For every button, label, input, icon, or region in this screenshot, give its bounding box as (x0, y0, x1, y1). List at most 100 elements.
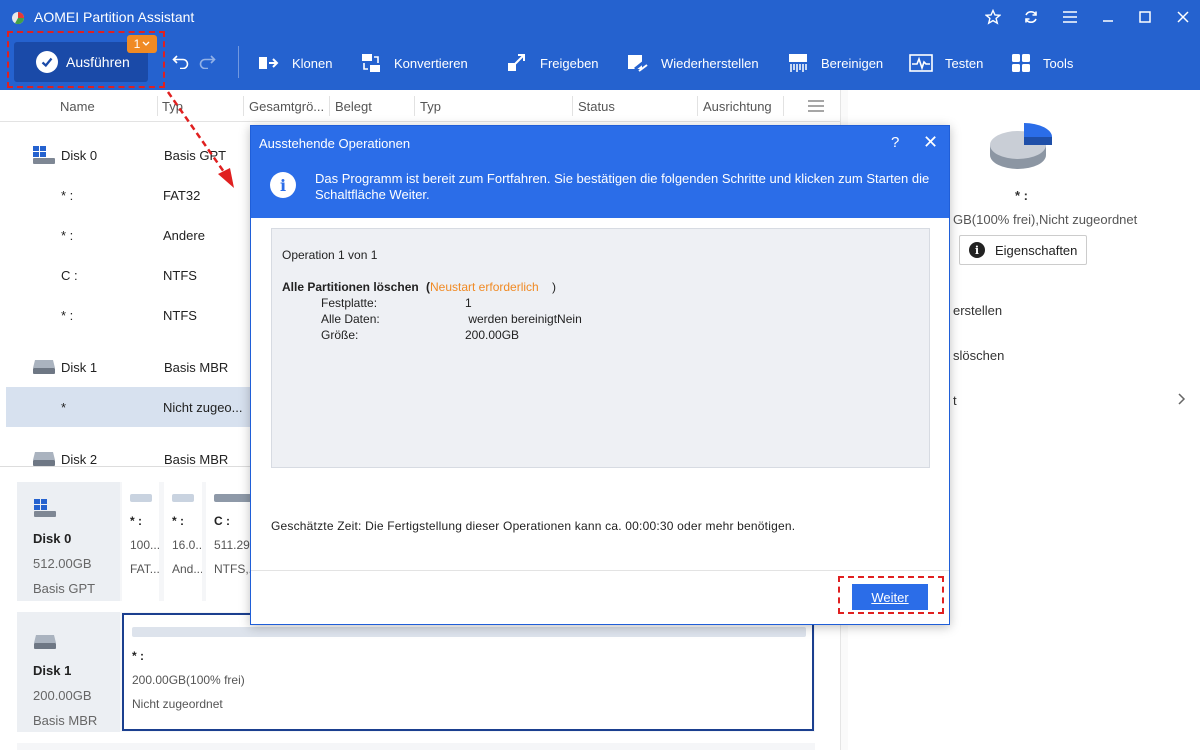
detail-value: werden bereinigtNein (465, 312, 582, 326)
tool-clone[interactable]: Klonen (258, 50, 332, 76)
disk-map-type: Basis GPT (33, 581, 96, 596)
help-icon[interactable]: ? (891, 134, 899, 151)
minimize-icon[interactable] (1096, 6, 1120, 28)
free-up-icon (508, 54, 525, 71)
usage-bar (130, 494, 152, 502)
operation-note-close: ) (552, 280, 556, 294)
disk-map-info[interactable]: Disk 1 200.00GB Basis MBR (17, 612, 120, 732)
column-fs-type[interactable]: Typ (420, 99, 441, 114)
close-icon[interactable] (1171, 6, 1195, 28)
disk-map-disk2 (17, 743, 815, 750)
segment-label: * : (130, 514, 142, 528)
column-settings-icon[interactable] (808, 100, 824, 112)
column-status[interactable]: Status (578, 99, 615, 114)
wipe-icon (789, 54, 807, 72)
segment-size: 100.... (130, 538, 159, 552)
tool-clone-label: Klonen (292, 55, 333, 71)
pending-operations-dialog: Ausstehende Operationen ? ✕ i Das Progra… (250, 125, 950, 625)
disk-gpt-icon (34, 499, 56, 517)
menu-icon[interactable] (1058, 6, 1082, 28)
tool-tools-label: Tools (1043, 55, 1074, 71)
tool-tools[interactable]: Tools (1011, 50, 1073, 76)
title-bar: AOMEI Partition Assistant (0, 0, 1200, 34)
segment-fs: And... (172, 562, 202, 576)
toolbar-separator (238, 46, 239, 78)
row-type: Basis MBR (164, 452, 229, 467)
segment-label: * : (132, 649, 144, 663)
operations-box: Operation 1 von 1 Alle Partitionen lösch… (271, 228, 930, 468)
clone-icon (259, 57, 279, 69)
partition-segment[interactable]: * : 100.... FAT... (122, 482, 159, 601)
column-separator (414, 96, 415, 116)
row-name: C : (61, 268, 78, 283)
usage-bar (172, 494, 194, 502)
partition-segment[interactable]: * : 16.0... And... (164, 482, 202, 601)
column-alignment[interactable]: Ausrichtung (703, 99, 772, 114)
tool-test[interactable]: Testen (909, 50, 983, 76)
dialog-title: Ausstehende Operationen (259, 136, 411, 151)
tool-test-label: Testen (945, 55, 984, 71)
row-name: * (61, 400, 67, 415)
column-total-size[interactable]: Gesamtgrö... (249, 99, 324, 114)
undo-icon[interactable] (172, 53, 190, 72)
properties-label: Eigenschaften (995, 242, 1078, 258)
column-separator (157, 96, 158, 116)
row-name: * : (61, 188, 74, 203)
menu-item-delete[interactable]: slöschen (953, 348, 1004, 363)
top-bar: AOMEI Partition Assistant (0, 0, 1200, 90)
refresh-icon[interactable] (1019, 6, 1043, 28)
disk-map-size: 200.00GB (33, 688, 92, 703)
drive-label: * : (1015, 188, 1028, 203)
column-separator (572, 96, 573, 116)
row-type: Andere (163, 228, 205, 243)
column-separator (329, 96, 330, 116)
favorite-star-icon[interactable] (981, 6, 1005, 28)
info-icon: i (969, 242, 985, 258)
disk-map-info[interactable]: Disk 0 512.00GB Basis GPT (17, 482, 120, 601)
redo-icon[interactable] (198, 53, 216, 72)
dialog-footer-divider (251, 570, 949, 571)
tool-wipe[interactable]: Bereinigen (787, 50, 883, 76)
tool-wipe-label: Bereinigen (821, 55, 884, 71)
tool-recover[interactable]: Wiederherstellen (627, 50, 759, 76)
app-title: AOMEI Partition Assistant (34, 9, 195, 25)
convert-icon (362, 54, 380, 72)
operation-note: Neustart erforderlich (430, 280, 539, 294)
dialog-close-icon[interactable]: ✕ (923, 132, 938, 153)
highlight-frame-next (838, 576, 944, 614)
chevron-right-icon[interactable] (1178, 393, 1186, 405)
dialog-info-text: Das Programm ist bereit zum Fortfahren. … (315, 171, 930, 202)
detail-key: Alle Daten: (321, 312, 380, 326)
tool-convert-label: Konvertieren (394, 55, 468, 71)
tool-free-up[interactable]: Freigeben (506, 50, 599, 76)
disk-icon (33, 360, 55, 374)
detail-key: Größe: (321, 328, 359, 342)
disk-pie-icon (990, 123, 1052, 169)
disk-map-name: Disk 1 (33, 663, 72, 678)
drive-info: GB(100% frei),Nicht zugeordnet (953, 212, 1138, 227)
menu-item-create[interactable]: erstellen (953, 303, 1002, 318)
disk-map-disk1: Disk 1 200.00GB Basis MBR * : 200.00GB(1… (17, 612, 815, 732)
disk-map-type: Basis MBR (33, 713, 98, 728)
segment-label: * : (172, 514, 184, 528)
disk-map-name: Disk 0 (33, 531, 72, 546)
dialog-info-banner: i Das Programm ist bereit zum Fortfahren… (251, 160, 949, 218)
menu-item-more[interactable]: t (953, 393, 957, 408)
usage-bar (132, 627, 806, 637)
maximize-icon[interactable] (1133, 6, 1157, 28)
tool-recover-label: Wiederherstellen (661, 55, 759, 71)
disk-icon (33, 452, 55, 466)
segment-fs: FAT... (130, 562, 159, 576)
guide-arrow (166, 91, 234, 188)
column-used[interactable]: Belegt (335, 99, 372, 114)
tools-icon (1012, 54, 1030, 72)
tool-convert[interactable]: Konvertieren (360, 50, 468, 76)
unallocated-segment-selected[interactable]: * : 200.00GB(100% frei) Nicht zugeordnet (122, 613, 814, 731)
properties-button[interactable]: i Eigenschaften (959, 235, 1087, 265)
row-name: * : (61, 228, 74, 243)
segment-size: 200.00GB(100% frei) (132, 673, 245, 687)
test-icon (909, 54, 933, 72)
partition-list-header: Name Typ Gesamtgrö... Belegt Typ Status … (0, 90, 840, 122)
column-name[interactable]: Name (60, 99, 95, 114)
info-icon: i (270, 172, 296, 198)
